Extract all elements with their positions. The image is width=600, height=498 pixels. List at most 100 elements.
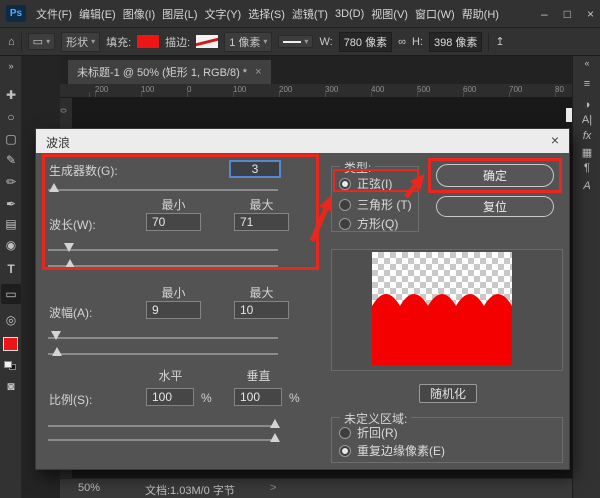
dialog-title: 波浪 <box>46 134 70 151</box>
menu-type[interactable]: 文字(Y) <box>203 6 244 22</box>
menu-select[interactable]: 选择(S) <box>246 6 287 22</box>
eyedropper-tool-icon[interactable]: ✎ <box>0 152 22 168</box>
reset-button[interactable]: 复位 <box>436 196 554 217</box>
ruler-tick: 600 <box>463 85 476 94</box>
radio-triangle[interactable]: 三角形 (T) <box>339 196 412 213</box>
radio-label: 重复边缘像素(E) <box>357 442 445 459</box>
crop-tool-icon[interactable]: ▢ <box>0 131 22 147</box>
toolbar-collapse-icon[interactable]: » <box>0 58 22 74</box>
zoom-tool-icon[interactable]: ◎ <box>0 312 22 328</box>
menu-window[interactable]: 窗口(W) <box>413 6 457 22</box>
shape-width-field[interactable]: 780 像素 <box>339 32 392 52</box>
scale-horizontal-slider[interactable] <box>48 419 278 431</box>
brush-tool-icon[interactable]: ✏ <box>0 174 22 190</box>
dialog-close-icon[interactable]: × <box>551 132 559 148</box>
move-tool-icon[interactable]: ✚ <box>0 87 22 103</box>
status-chevron-icon[interactable]: > <box>270 482 276 494</box>
photoshop-window: Ps 文件(F) 编辑(E) 图像(I) 图层(L) 文字(Y) 选择(S) 滤… <box>0 0 600 498</box>
glyphs-panel-icon[interactable]: A <box>573 180 600 192</box>
stroke-color-swatch[interactable] <box>196 35 218 48</box>
home-icon[interactable]: ⌂ <box>8 36 15 48</box>
amplitude-max-slider[interactable] <box>48 347 278 359</box>
amplitude-max-input[interactable]: 10 <box>234 301 289 319</box>
slider-thumb[interactable] <box>49 183 59 192</box>
radio-icon[interactable] <box>339 178 351 190</box>
maximize-button[interactable]: □ <box>564 7 571 21</box>
stroke-width-dropdown[interactable]: 1 像素 ▾ <box>224 32 272 52</box>
export-icon[interactable]: ↥ <box>495 35 504 48</box>
close-window-button[interactable]: × <box>587 7 594 21</box>
tool-preset-dropdown[interactable]: ▭ ▾ <box>28 33 55 50</box>
document-tab[interactable]: 未标题-1 @ 50% (矩形 1, RGB/8) * × <box>68 60 271 84</box>
slider-thumb[interactable] <box>270 433 280 442</box>
default-colors-icon[interactable] <box>4 361 12 368</box>
menu-file[interactable]: 文件(F) <box>34 6 74 22</box>
panel-expand-icon[interactable]: « <box>573 58 600 68</box>
radio-sine[interactable]: 正弦(I) <box>339 175 392 192</box>
color-panel-icon[interactable]: ◑ <box>573 99 600 111</box>
foreground-color-swatch[interactable] <box>3 337 18 351</box>
character-panel-icon[interactable]: A| <box>573 114 600 126</box>
rectangle-tool-icon[interactable]: ▭ <box>0 286 22 302</box>
radio-repeat-edge-pixels[interactable]: 重复边缘像素(E) <box>339 442 445 459</box>
divider <box>21 33 22 51</box>
wavelength-min-input[interactable]: 70 <box>146 213 201 231</box>
generators-input[interactable]: 3 <box>229 160 281 178</box>
mixer-brush-tool-icon[interactable]: ✒ <box>0 196 22 212</box>
close-tab-icon[interactable]: × <box>255 66 261 78</box>
radio-square[interactable]: 方形(Q) <box>339 215 398 232</box>
gradient-tool-icon[interactable]: ▤ <box>0 216 22 232</box>
scale-vertical-slider[interactable] <box>48 433 278 445</box>
fill-color-swatch[interactable] <box>137 35 159 48</box>
menu-view[interactable]: 视图(V) <box>369 6 410 22</box>
tool-mode-dropdown[interactable]: 形状 ▾ <box>61 32 100 52</box>
ok-button[interactable]: 确定 <box>436 164 554 187</box>
shape-height-field[interactable]: 398 像素 <box>429 32 482 52</box>
menu-3d[interactable]: 3D(D) <box>333 8 366 20</box>
paragraph-panel-icon[interactable]: ¶ <box>573 162 600 174</box>
menu-help[interactable]: 帮助(H) <box>460 6 501 22</box>
radio-icon[interactable] <box>339 445 351 457</box>
brush-settings-panel-icon[interactable]: ≡ <box>573 78 600 90</box>
amplitude-min-input[interactable]: 9 <box>146 301 201 319</box>
quick-mask-icon[interactable]: ◙ <box>0 378 22 394</box>
link-dimensions-icon[interactable]: ∞ <box>398 36 406 48</box>
radio-label: 方形(Q) <box>357 215 398 232</box>
menu-image[interactable]: 图像(I) <box>121 6 157 22</box>
styles-panel-icon[interactable]: fx <box>573 130 600 142</box>
radio-wrap-around[interactable]: 折回(R) <box>339 424 398 441</box>
menu-edit[interactable]: 编辑(E) <box>77 6 118 22</box>
slider-thumb[interactable] <box>52 347 62 356</box>
wavelength-max-input[interactable]: 71 <box>234 213 289 231</box>
tool-mode-value: 形状 <box>66 34 88 50</box>
minimize-button[interactable]: – <box>541 7 548 21</box>
slider-thumb[interactable] <box>65 259 75 268</box>
ruler-tick: 100 <box>233 85 246 94</box>
menu-layer[interactable]: 图层(L) <box>160 6 199 22</box>
dodge-tool-icon[interactable]: ◉ <box>0 237 22 253</box>
radio-icon[interactable] <box>339 199 351 211</box>
ruler-tick: 0 <box>187 85 191 94</box>
radio-icon[interactable] <box>339 427 351 439</box>
wavelength-min-slider[interactable] <box>48 243 278 255</box>
radio-icon[interactable] <box>339 218 351 230</box>
lasso-tool-icon[interactable]: ○ <box>0 109 22 125</box>
randomize-button[interactable]: 随机化 <box>419 384 477 403</box>
type-group: 类型: 正弦(I) 三角形 (T) 方形(Q) <box>331 166 419 232</box>
wavelength-max-slider[interactable] <box>48 259 278 271</box>
type-tool-icon[interactable]: T <box>0 261 22 277</box>
menu-filter[interactable]: 滤镜(T) <box>290 6 330 22</box>
slider-thumb[interactable] <box>64 243 74 252</box>
amplitude-min-slider[interactable] <box>48 331 278 343</box>
slider-thumb[interactable] <box>270 419 280 428</box>
scale-horizontal-input[interactable]: 100 <box>146 388 194 406</box>
generators-slider[interactable] <box>48 183 278 195</box>
dialog-title-bar[interactable]: 波浪 × <box>36 129 569 153</box>
scale-vertical-input[interactable]: 100 <box>234 388 282 406</box>
amplitude-label: 波幅(A): <box>49 304 92 321</box>
zoom-level[interactable]: 50% <box>78 482 100 494</box>
stroke-type-dropdown[interactable]: ▾ <box>278 35 313 48</box>
slider-thumb[interactable] <box>51 331 61 340</box>
horizontal-ruler: 200 100 0 100 200 300 400 500 600 700 80 <box>60 84 572 98</box>
swatches-panel-icon[interactable]: ▦ <box>573 146 600 159</box>
